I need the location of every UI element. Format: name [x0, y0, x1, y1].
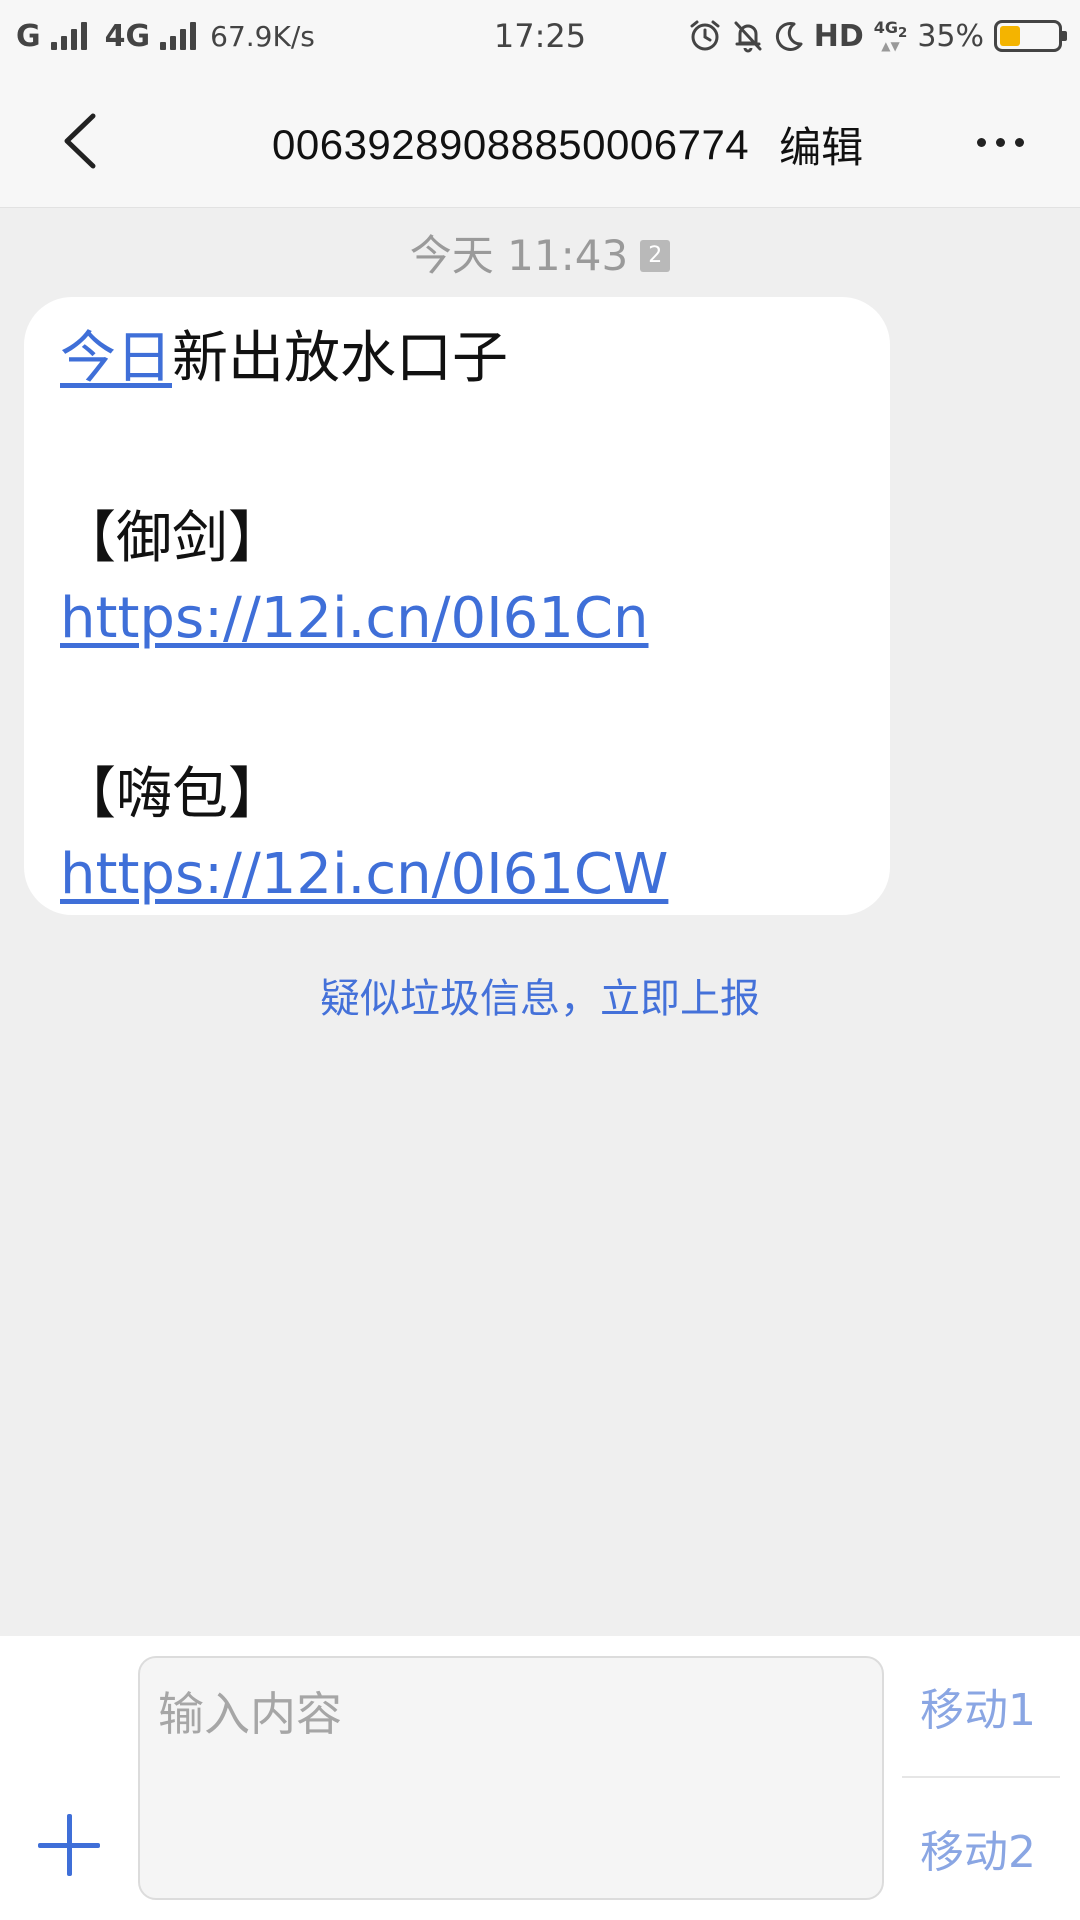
status-bar: G 4G 67.9K/s 17:25 HD 4G2 ▲▼ 35%: [0, 0, 1080, 72]
more-dot-icon: [1014, 137, 1024, 147]
date-link[interactable]: 今日: [60, 326, 172, 391]
message-label-1: 【御剑】: [60, 506, 284, 571]
message-line-1: 今日新出放水口子: [60, 331, 854, 389]
message-url-1: https://12i.cn/0I61Cn: [60, 591, 854, 649]
sim-badge: 2: [640, 239, 671, 272]
battery-icon: [994, 20, 1067, 52]
status-left: G 4G 67.9K/s: [16, 19, 416, 54]
timestamp-text: 今天 11:43: [409, 231, 629, 280]
send-sim2-button[interactable]: 移动2: [898, 1816, 1058, 1880]
conversation-header: 00639289088850006774 编辑: [0, 72, 1080, 208]
more-options-button[interactable]: [960, 112, 1040, 172]
signal-2-icon: [160, 22, 197, 50]
message-label-2: 【嗨包】: [60, 762, 284, 827]
url-link-1[interactable]: https://12i.cn/0I61Cn: [60, 586, 649, 651]
hd-label: HD: [813, 18, 864, 54]
back-button[interactable]: [44, 106, 114, 176]
edit-contact-button[interactable]: 编辑: [779, 114, 863, 175]
battery-percent: 35%: [917, 18, 984, 54]
url-link-2[interactable]: https://12i.cn/0I61CW: [60, 842, 668, 907]
add-attachment-button[interactable]: [38, 1814, 100, 1876]
message-bubble[interactable]: 今日新出放水口子 【御剑】 https://12i.cn/0I61Cn 【嗨包】…: [24, 297, 890, 915]
more-dot-icon: [995, 137, 1005, 147]
moon-icon: [774, 20, 804, 52]
carrier-2-label: 4G: [104, 18, 151, 54]
header-title: 00639289088850006774 编辑: [272, 114, 863, 175]
spam-report-link[interactable]: 疑似垃圾信息，立即上报: [0, 966, 1080, 1024]
carrier-1-label: G: [16, 18, 41, 54]
status-right: HD 4G2 ▲▼ 35%: [662, 17, 1067, 54]
message-line-1-text: 新出放水口子: [172, 326, 508, 391]
mute-bell-icon: [732, 19, 764, 53]
network-type-icon: 4G2 ▲▼: [873, 17, 908, 54]
signal-1-icon: [50, 22, 87, 50]
contact-number: 00639289088850006774: [272, 120, 750, 168]
chevron-left-icon: [64, 113, 96, 169]
composer-bar: 移动1 移动2: [0, 1636, 1080, 1920]
send-sim1-button[interactable]: 移动1: [898, 1674, 1058, 1738]
message-input[interactable]: [138, 1656, 884, 1900]
send-divider: [902, 1776, 1060, 1778]
net-speed: 67.9K/s: [210, 19, 315, 53]
message-timestamp: 今天 11:43 2: [0, 222, 1080, 283]
alarm-icon: [688, 19, 722, 53]
network-type-label: 4G: [873, 17, 899, 37]
more-dot-icon: [976, 137, 986, 147]
message-url-2: https://12i.cn/0I61CW: [60, 847, 854, 905]
